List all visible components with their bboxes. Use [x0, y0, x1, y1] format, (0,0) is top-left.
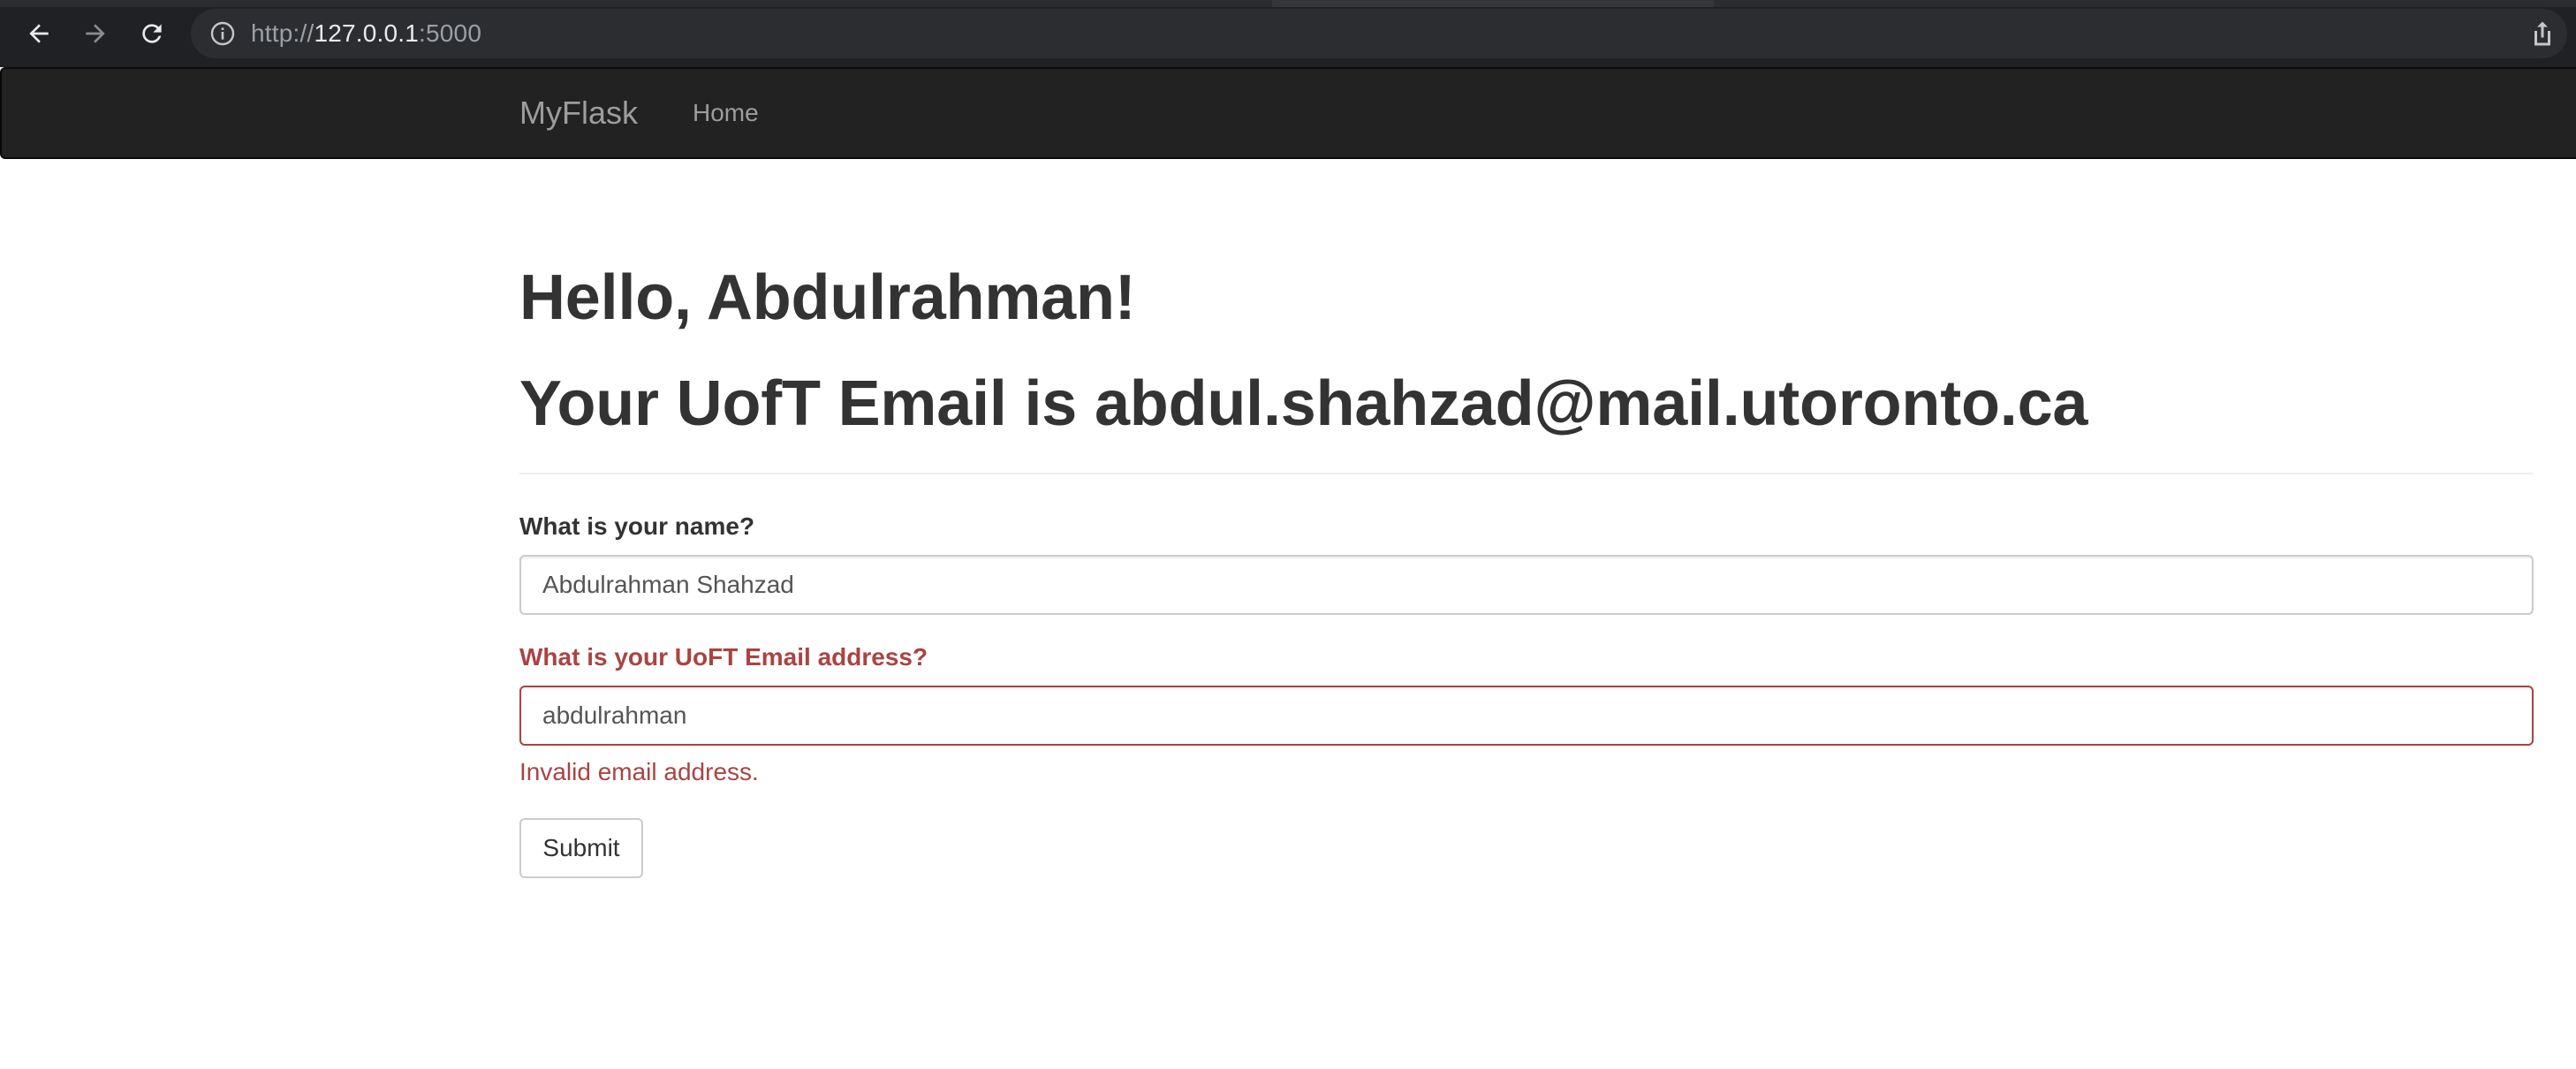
forward-button[interactable]	[78, 16, 113, 51]
url-port: :5000	[419, 19, 482, 47]
browser-toolbar: http://127.0.0.1:5000	[0, 0, 2576, 67]
email-label: What is your UoFT Email address?	[519, 643, 928, 671]
back-button[interactable]	[21, 16, 57, 51]
tab-strip	[0, 0, 2576, 7]
email-heading: Your UofT Email is abdul.shahzad@mail.ut…	[519, 368, 2088, 439]
greeting-heading: Hello, Abdulrahman!	[519, 262, 1136, 333]
info-icon[interactable]	[208, 19, 237, 48]
name-input[interactable]	[519, 555, 2534, 615]
url-scheme: http://	[251, 19, 314, 47]
email-error-message: Invalid email address.	[519, 758, 759, 785]
page-header-divider	[519, 473, 2534, 474]
reload-icon	[142, 24, 162, 43]
email-input[interactable]	[519, 686, 2534, 746]
site-navbar: MyFlask Home	[0, 67, 2576, 159]
url-host: 127.0.0.1	[314, 19, 420, 47]
active-tab[interactable]	[1272, 0, 1714, 7]
submit-button[interactable]: Submit	[519, 818, 643, 878]
name-label: What is your name?	[519, 512, 755, 540]
arrow-right-icon	[86, 24, 105, 43]
reload-button[interactable]	[134, 16, 170, 51]
share-icon[interactable]	[2527, 18, 2558, 49]
address-bar[interactable]: http://127.0.0.1:5000	[191, 9, 2567, 58]
navbar-brand[interactable]: MyFlask	[519, 69, 638, 157]
arrow-left-icon	[29, 24, 49, 43]
nav-link-home[interactable]: Home	[693, 69, 759, 157]
url-text[interactable]: http://127.0.0.1:5000	[251, 9, 481, 58]
